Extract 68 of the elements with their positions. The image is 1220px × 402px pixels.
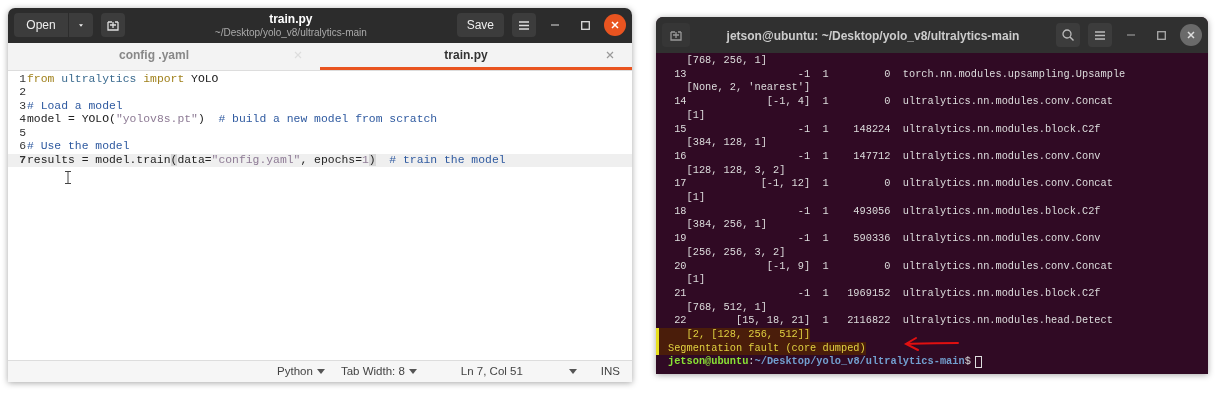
line-number: 5: [18, 126, 27, 141]
terminal-line: 17 [-1, 12] 1 0 ultralytics.nn.modules.conv.Concat: [673, 177, 1113, 192]
code-line: # Use the model: [27, 140, 130, 154]
terminal-line: [1]: [685, 191, 706, 205]
terminal-line: 18 -1 1 493056 ultralytics.nn.modules.block.C2f: [673, 204, 1101, 219]
minimize-icon: [551, 24, 559, 27]
caret-icon: [568, 369, 577, 375]
close-icon: [611, 21, 619, 30]
caret-icon: [408, 369, 417, 375]
terminal-line: [768, 512, 1]: [685, 300, 767, 315]
caret-icon: [79, 22, 83, 28]
close-button[interactable]: [1180, 24, 1202, 46]
line-number: 3: [18, 99, 27, 114]
window-title: jetson@ubuntu: ~/Desktop/yolo_v8/ultralytics-main: [726, 29, 1020, 43]
file-path: ~/Desktop/yolo_v8/ultralytics-main: [213, 26, 368, 38]
maximize-icon: [1156, 30, 1166, 40]
menu-icon: [1095, 30, 1105, 40]
terminal-line: [384, 256, 1]: [685, 218, 767, 233]
terminal-line: [384, 128, 1]: [685, 136, 767, 150]
open-button[interactable]: Open: [14, 13, 68, 38]
tab-width-selector[interactable]: Tab Width: 8: [334, 362, 423, 381]
terminal-line: 16 -1 1 147712 ultralytics.nn.modules.conv.Conv: [673, 149, 1101, 164]
terminal-line: 14 [-1, 4] 1 0 ultralytics.nn.modules.conv.Concat: [673, 95, 1113, 109]
new-tab-button[interactable]: [662, 23, 690, 47]
terminal-line: 13 -1 1 0 torch.nn.modules.upsampling.Upsample: [673, 67, 1126, 82]
insert-mode: INS: [600, 363, 620, 379]
caret-icon: [316, 369, 325, 375]
terminal-line: [1]: [685, 108, 706, 123]
language-selector[interactable]: Python: [271, 362, 331, 381]
terminal-line: 22 [15, 18, 21] 1 2116822 ultralytics.nn.modules.head.Detect: [673, 314, 1113, 329]
search-icon: [1062, 29, 1074, 41]
terminal-line: 21 -1 1 1969152 ultralytics.nn.modules.block.C2f: [673, 286, 1101, 301]
search-button[interactable]: [1056, 23, 1080, 47]
close-icon: [606, 50, 614, 59]
terminal-line: 19 -1 1 590336 ultralytics.nn.modules.conv.Conv: [673, 232, 1101, 246]
cursor-position: Ln 7, Col 51: [460, 363, 523, 379]
text-cursor-icon: [65, 170, 71, 184]
terminal-line: [None, 2, 'nearest']: [685, 81, 811, 96]
line-number: 4: [18, 113, 27, 127]
line-number: 2: [18, 86, 27, 100]
code-line: model = YOLO("yolov8s.pt") # build a new model from scratch: [27, 113, 438, 127]
line-number: 6: [18, 140, 27, 154]
prompt-line: jetson@ubuntu:~/Desktop/yolo_v8/ultralytics-main$: [668, 355, 971, 370]
terminal-line: 15 -1 1 148224 ultralytics.nn.modules.block.C2f: [673, 122, 1101, 137]
terminal-line: [128, 128, 3, 2]: [685, 163, 786, 178]
new-tab-button[interactable]: [101, 13, 125, 38]
terminal-line: 20 [-1, 9] 1 0 ultralytics.nn.modules.conv.Concat: [673, 259, 1113, 274]
terminal-line: [1]: [685, 273, 706, 287]
new-tab-icon: [670, 29, 682, 41]
maximize-icon: [580, 20, 590, 30]
menu-icon: [519, 20, 529, 30]
terminal-line: [768, 256, 1]: [685, 54, 767, 68]
code-line: results = model.train(data="config.yaml", epochs=1) # train the model: [27, 153, 506, 168]
new-tab-icon: [107, 19, 119, 32]
file-tab[interactable]: train.py: [320, 42, 632, 70]
terminal-cursor: [974, 356, 982, 369]
menu-button[interactable]: [512, 13, 536, 38]
minimize-icon: [1127, 34, 1135, 36]
close-icon: [1187, 31, 1195, 39]
code-line: # Load a model: [27, 99, 123, 114]
close-button[interactable]: [604, 14, 626, 37]
window-title: train.py: [268, 13, 314, 27]
line-number: 7: [18, 153, 27, 168]
code-line: from ultralytics import YOLO: [27, 72, 219, 87]
terminal-line: [256, 256, 3, 2]: [685, 245, 786, 260]
line-number: 1: [18, 72, 27, 87]
save-button[interactable]: Save: [456, 13, 504, 38]
menu-button[interactable]: [1088, 23, 1112, 47]
